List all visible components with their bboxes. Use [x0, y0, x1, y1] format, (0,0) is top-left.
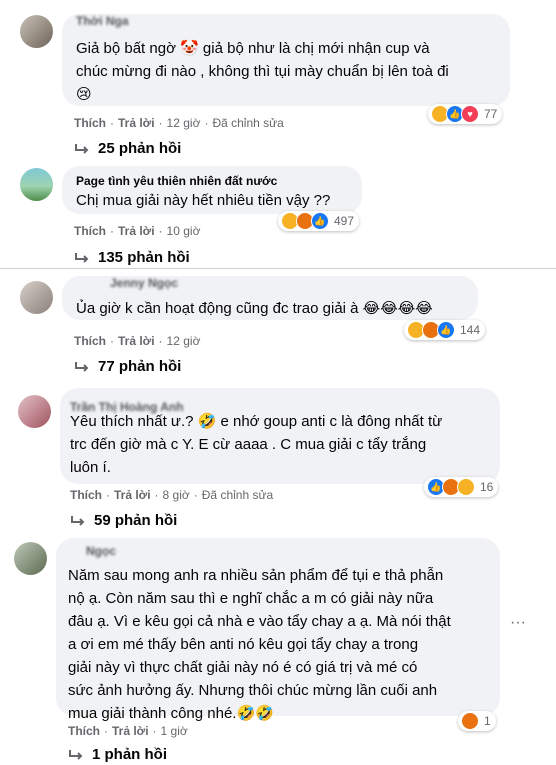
- comment-actions: Thích · Trả lời · 12 giờ: [74, 334, 201, 348]
- avatar[interactable]: [20, 15, 53, 48]
- like-button[interactable]: Thích: [68, 724, 100, 738]
- haha-icon: [457, 478, 475, 496]
- reaction-count: 497: [334, 214, 355, 228]
- reaction-count: 1: [484, 714, 491, 728]
- reaction-summary[interactable]: 👍 497: [278, 211, 360, 231]
- reply-button[interactable]: Trả lời: [118, 334, 155, 348]
- comment-actions: Thích · Trả lời · 1 giờ: [68, 724, 188, 738]
- reply-arrow-icon: [71, 515, 85, 526]
- timestamp[interactable]: 1 giờ: [161, 724, 188, 738]
- avatar[interactable]: [20, 168, 53, 201]
- avatar[interactable]: [14, 542, 47, 575]
- timestamp[interactable]: 10 giờ: [167, 224, 201, 238]
- reaction-summary[interactable]: 👍 144: [404, 320, 486, 340]
- timestamp[interactable]: 12 giờ: [167, 116, 201, 130]
- timestamp[interactable]: 12 giờ: [167, 334, 201, 348]
- reply-button[interactable]: Trả lời: [114, 488, 151, 502]
- reply-arrow-icon: [69, 749, 83, 760]
- comment-text: Giả bộ bất ngờ 🤡 giả bộ như là chị mới n…: [76, 40, 449, 103]
- like-button[interactable]: Thích: [74, 334, 106, 348]
- angry-icon: [461, 712, 479, 730]
- screenshot-seam: [0, 268, 556, 269]
- reaction-count: 144: [460, 323, 481, 337]
- view-replies-button[interactable]: 1 phản hồi: [68, 746, 167, 763]
- view-replies-button[interactable]: 135 phản hồi: [74, 249, 190, 266]
- reply-arrow-icon: [75, 252, 89, 263]
- reply-button[interactable]: Trả lời: [112, 724, 149, 738]
- comment-text: Yêu thích nhất ư.? 🤣 e nhớ goup anti c l…: [70, 413, 443, 476]
- reply-arrow-icon: [75, 361, 89, 372]
- reaction-summary[interactable]: 👍 16: [424, 477, 499, 497]
- like-button[interactable]: Thích: [74, 116, 106, 130]
- avatar[interactable]: [18, 395, 51, 428]
- reaction-count: 77: [484, 107, 498, 121]
- reply-arrow-icon: [75, 143, 89, 154]
- comment-text: Ủa giờ k cần hoạt động cũng đc trao giải…: [76, 300, 433, 317]
- view-replies-button[interactable]: 59 phản hồi: [70, 512, 177, 529]
- avatar[interactable]: [20, 281, 53, 314]
- love-icon: ♥: [461, 105, 479, 123]
- edited-label: Đã chỉnh sửa: [212, 116, 284, 130]
- reply-button[interactable]: Trả lời: [118, 224, 155, 238]
- like-icon: 👍: [311, 212, 329, 230]
- comment-author[interactable]: Thời Nga: [76, 14, 129, 28]
- like-button[interactable]: Thích: [70, 488, 102, 502]
- reaction-summary[interactable]: 1: [458, 711, 496, 731]
- reaction-count: 16: [480, 480, 494, 494]
- comment-actions: Thích · Trả lời · 8 giờ · Đã chỉnh sửa: [70, 488, 274, 502]
- comment-text: Chị mua giải này hết nhiêu tiền vậy ??: [76, 192, 331, 209]
- like-icon: 👍: [437, 321, 455, 339]
- comment-author[interactable]: Jenny Ngọc: [110, 276, 178, 290]
- reply-button[interactable]: Trả lời: [118, 116, 155, 130]
- comment-actions: Thích · Trả lời · 10 giờ: [74, 224, 201, 238]
- comment-text: Năm sau mong anh ra nhiều sản phẩm để tụ…: [68, 567, 451, 722]
- view-replies-button[interactable]: 25 phản hồi: [74, 140, 181, 157]
- edited-label: Đã chỉnh sửa: [201, 488, 274, 502]
- comment-author[interactable]: Ngọc: [86, 544, 116, 558]
- comment-author[interactable]: Page tình yêu thiên nhiên đất nước: [76, 174, 277, 188]
- timestamp[interactable]: 8 giờ: [163, 488, 190, 502]
- comment-actions: Thích · Trả lời · 12 giờ · Đã chỉnh sửa: [74, 116, 284, 130]
- like-button[interactable]: Thích: [74, 224, 106, 238]
- view-replies-button[interactable]: 77 phản hồi: [74, 358, 181, 375]
- more-options-button[interactable]: ···: [510, 614, 526, 632]
- reaction-summary[interactable]: 👍 ♥ 77: [428, 104, 503, 124]
